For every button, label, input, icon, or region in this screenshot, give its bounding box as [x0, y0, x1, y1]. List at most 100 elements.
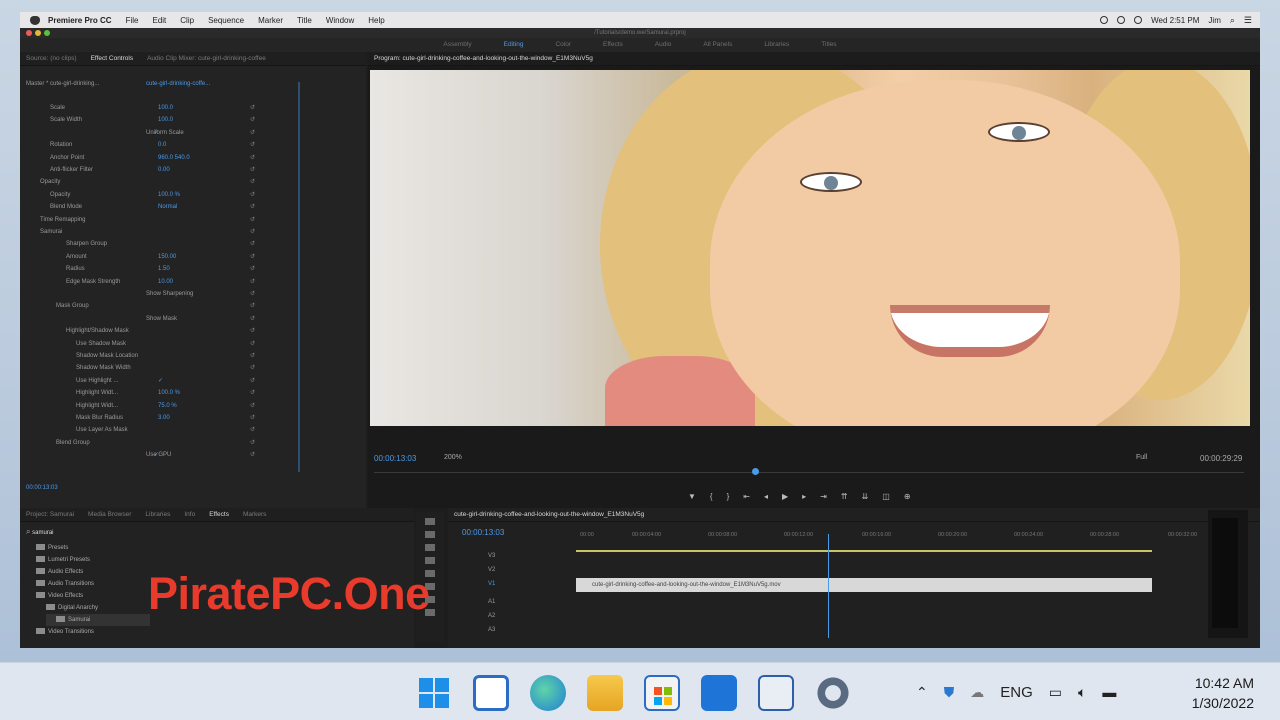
effect-row-value[interactable]: 1.50: [158, 263, 170, 275]
reset-icon[interactable]: ↺: [250, 152, 255, 164]
track-header[interactable]: A2: [488, 610, 495, 622]
effect-row-value[interactable]: 100.0 %: [158, 387, 180, 399]
reset-icon[interactable]: ↺: [250, 350, 255, 362]
effect-row-value[interactable]: 100.0: [158, 102, 173, 114]
effects-folder[interactable]: Video Transitions: [26, 626, 94, 638]
track-header[interactable]: A1: [488, 596, 495, 608]
reset-icon[interactable]: ↺: [250, 226, 255, 238]
battery-icon[interactable]: ▬: [1102, 684, 1116, 700]
effect-row[interactable]: Mask Group ↺: [26, 300, 255, 312]
tab-project[interactable]: Project: Samurai: [26, 508, 74, 521]
store-icon[interactable]: [644, 675, 680, 711]
network-icon[interactable]: ▭: [1049, 684, 1062, 701]
resolution-select[interactable]: Full: [1136, 454, 1147, 461]
workspace-tab[interactable]: Assembly: [443, 38, 471, 52]
ec-playhead[interactable]: [298, 82, 300, 472]
reset-icon[interactable]: ↺: [250, 387, 255, 399]
chevron-up-icon[interactable]: ⌃: [916, 684, 928, 701]
minimize-icon[interactable]: [35, 30, 41, 36]
effect-row[interactable]: Rotation 0.0 ↺: [26, 139, 255, 151]
tab-source[interactable]: Source: (no clips): [26, 52, 77, 65]
start-icon[interactable]: [416, 675, 452, 711]
tab-markers[interactable]: Markers: [243, 508, 266, 521]
app-menu[interactable]: Premiere Pro CC: [48, 16, 112, 25]
workspace-tab[interactable]: Libraries: [764, 38, 789, 52]
settings-icon[interactable]: [815, 675, 851, 711]
reset-icon[interactable]: ↺: [250, 164, 255, 176]
reset-icon[interactable]: ↺: [250, 300, 255, 312]
reset-icon[interactable]: ↺: [250, 313, 255, 325]
spotlight-icon[interactable]: ⌕: [1230, 15, 1235, 26]
reset-icon[interactable]: ↺: [250, 400, 255, 412]
track-header[interactable]: A3: [488, 624, 495, 636]
sequence-tab[interactable]: cute-girl-drinking-coffee-and-looking-ou…: [454, 508, 644, 521]
lift-icon[interactable]: ⇈: [841, 492, 848, 501]
file-explorer-icon[interactable]: [587, 675, 623, 711]
reset-icon[interactable]: ↺: [250, 139, 255, 151]
reset-icon[interactable]: ↺: [250, 424, 255, 436]
zoom-icon[interactable]: [44, 30, 50, 36]
effect-row[interactable]: Use Highlight ... ✓ ↺: [26, 375, 255, 387]
effect-row[interactable]: Amount 150.00 ↺: [26, 251, 255, 263]
effect-row[interactable]: Show Sharpening ↺: [26, 288, 255, 300]
effects-folder[interactable]: Lumetri Presets: [26, 554, 90, 566]
track-header[interactable]: V1: [488, 578, 495, 590]
effect-row-value[interactable]: ✓: [158, 375, 163, 387]
security-icon[interactable]: ⛊: [944, 684, 955, 701]
ripple-edit-tool-icon[interactable]: [425, 544, 435, 551]
effect-row-value[interactable]: 150.00: [158, 251, 176, 263]
master-label[interactable]: Master * cute-girl-drinking...: [26, 81, 99, 87]
effect-row[interactable]: Shadow Mask Location ↺: [26, 350, 255, 362]
reset-icon[interactable]: ↺: [250, 338, 255, 350]
reset-icon[interactable]: ↺: [250, 114, 255, 126]
apple-icon[interactable]: [30, 15, 40, 25]
effect-row[interactable]: Show Mask ↺: [26, 313, 255, 325]
effect-row-value[interactable]: ✓: [154, 449, 159, 461]
work-area-bar[interactable]: [576, 550, 1152, 552]
effect-row[interactable]: Samurai ↺: [26, 226, 255, 238]
sync-icon[interactable]: [1117, 16, 1126, 24]
workspace-tab[interactable]: Titles: [821, 38, 836, 52]
effect-row-value[interactable]: 100.0 %: [158, 189, 180, 201]
edge-icon[interactable]: [530, 675, 566, 711]
workspace-tab[interactable]: Effects: [603, 38, 623, 52]
effects-folder[interactable]: Digital Anarchy: [36, 602, 98, 614]
effect-row[interactable]: Highlight Widt... 100.0 % ↺: [26, 387, 255, 399]
reset-icon[interactable]: ↺: [250, 214, 255, 226]
effect-row-value[interactable]: 960.0 540.0: [158, 152, 190, 164]
reset-icon[interactable]: ↺: [250, 412, 255, 424]
menu-file[interactable]: File: [126, 16, 139, 25]
workspace-tab[interactable]: Audio: [655, 38, 672, 52]
effect-row[interactable]: Scale 100.0 ↺: [26, 102, 255, 114]
video-clip[interactable]: cute-girl-drinking-coffee-and-looking-ou…: [576, 578, 1152, 592]
effect-row[interactable]: Anchor Point 960.0 540.0 ↺: [26, 152, 255, 164]
onedrive-icon[interactable]: ☁: [970, 684, 984, 701]
reset-icon[interactable]: ↺: [250, 102, 255, 114]
export-frame-icon[interactable]: ◫: [882, 492, 890, 501]
reset-icon[interactable]: ↺: [250, 449, 255, 461]
razor-tool-icon[interactable]: [425, 557, 435, 564]
effect-row[interactable]: Mask Blur Radius 3.00 ↺: [26, 412, 255, 424]
reset-icon[interactable]: ↺: [250, 201, 255, 213]
menu-marker[interactable]: Marker: [258, 16, 283, 25]
mark-in-icon[interactable]: {: [710, 492, 713, 501]
track-select-tool-icon[interactable]: [425, 531, 435, 538]
zoom-select[interactable]: 200%: [444, 454, 462, 461]
extract-icon[interactable]: ⇊: [862, 492, 869, 501]
effect-row-value[interactable]: 100.0: [158, 114, 173, 126]
tab-libraries[interactable]: Libraries: [145, 508, 170, 521]
effect-row[interactable]: Highlight/Shadow Mask ↺: [26, 325, 255, 337]
effect-row[interactable]: Sharpen Group ↺: [26, 238, 255, 250]
reset-icon[interactable]: ↺: [250, 238, 255, 250]
effect-row[interactable]: Use Shadow Mask ↺: [26, 338, 255, 350]
timeline-timecode[interactable]: 00:00:13:03: [462, 528, 504, 537]
tab-effect-controls[interactable]: Effect Controls: [91, 52, 134, 65]
timeline-playhead[interactable]: [828, 534, 829, 638]
tab-effects[interactable]: Effects: [209, 508, 229, 521]
menu-title[interactable]: Title: [297, 16, 312, 25]
tab-info[interactable]: Info: [184, 508, 195, 521]
effect-row[interactable]: Uniform Scale ✓ ↺: [26, 127, 255, 139]
effects-folder[interactable]: Audio Transitions: [26, 578, 94, 590]
effects-search[interactable]: ⌕ samurai: [26, 526, 54, 538]
effect-row[interactable]: Anti-flicker Filter 0.00 ↺: [26, 164, 255, 176]
